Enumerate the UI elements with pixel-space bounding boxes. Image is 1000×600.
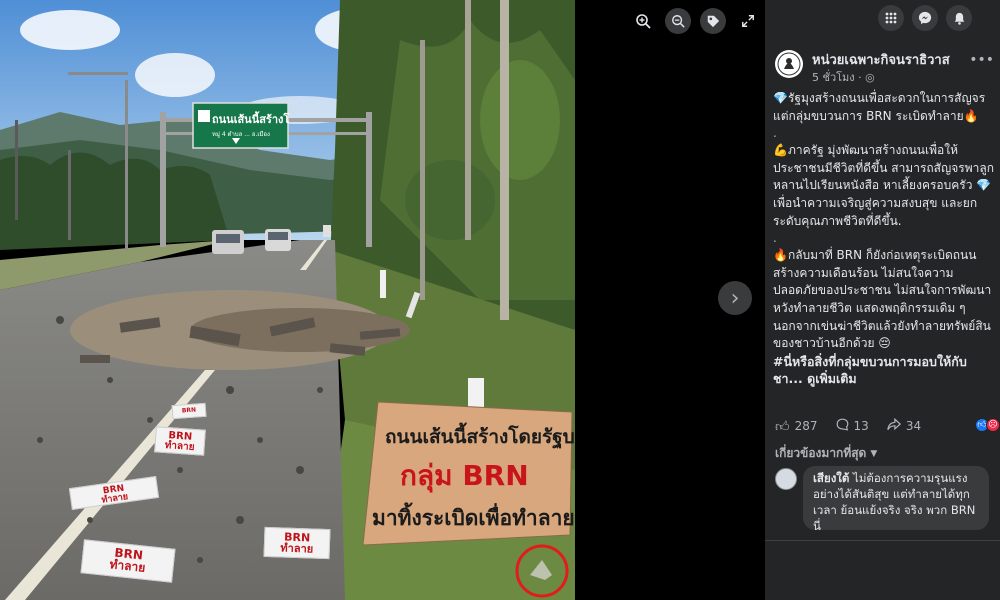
post-body: 💎รัฐมุงสร้างถนนเพื่อสะดวกในการสัญจร แต่ก… (773, 90, 995, 388)
page-name[interactable]: หน่วยเฉพาะกิจนราธิวาส (812, 49, 950, 70)
fullscreen-icon[interactable] (735, 8, 761, 34)
like-count: 287 (794, 419, 818, 433)
zoom-in-icon[interactable] (630, 8, 656, 34)
flyer: BRN ทำลาย (154, 426, 206, 456)
comment-sort-dropdown[interactable]: เกี่ยวข้องมากที่สุด ▼ (775, 444, 877, 463)
flyer: BRN ทำลาย (263, 526, 331, 560)
messenger-icon[interactable] (912, 5, 938, 31)
chevron-right-icon: › (730, 285, 740, 311)
comment-author[interactable]: เสียงใต้ (813, 471, 849, 485)
flyer: BRN (171, 402, 207, 420)
globe-icon: ◎ (865, 71, 875, 84)
post-separator: . (773, 231, 777, 246)
flyer-line2: ทำลาย (164, 439, 195, 454)
post-header: หน่วยเฉพาะกิจนราธิวาส 5 ชั่วโมง · ◎ ••• (775, 48, 994, 84)
flyer-line1: BRN (181, 406, 197, 415)
post-stats: 👍︎ 287 13 34 👍︎ ☹ (775, 416, 1000, 436)
post-hashtag-line: #นี่หรือสิ่งที่กลุ่มขบวนการมอบให้กับชา..… (773, 353, 995, 388)
post-panel: หน่วยเฉพาะกิจนราธิวาส 5 ชั่วโมง · ◎ ••• … (765, 0, 1000, 600)
share-icon (887, 417, 901, 435)
post-paragraph: 💎รัฐมุงสร้างถนนเพื่อสะดวกในการสัญจร แต่ก… (773, 91, 986, 123)
overhead-sign-title: ถนนเส้นนี้สร้างโ (212, 111, 289, 126)
post-photo[interactable]: ถนนเส้นนี้สร้างโ หมู่ 4 ตำบล ... อ.เมือง… (0, 0, 575, 600)
post-paragraph: 🔥กลับมาที่ BRN ก็ยังก่อเหตุระเบิดถนนสร้า… (773, 248, 992, 351)
viewer-toolbar (630, 8, 761, 34)
flyer-line2: ทำลาย (280, 541, 314, 556)
bell-icon[interactable] (946, 5, 972, 31)
top-bar (765, 0, 1000, 36)
commenter-avatar[interactable] (775, 468, 797, 490)
tag-icon[interactable] (700, 8, 726, 34)
comment-icon (836, 418, 849, 435)
grid-menu-icon[interactable] (878, 5, 904, 31)
comment-composer-area (765, 540, 1000, 600)
cardboard-sign-line1: ถนนเส้นนี้สร้างโดยรัฐบาล (385, 422, 575, 450)
share-stat[interactable]: 34 (887, 417, 922, 435)
post-time-text: 5 ชั่วโมง · (812, 71, 866, 84)
post-time[interactable]: 5 ชั่วโมง · ◎ (812, 68, 875, 86)
post-separator: . (773, 126, 777, 141)
comment-item: เสียงใต้ ไม่ต้องการความรุนแรง อย่างได้สั… (775, 466, 1000, 536)
angry-reaction-icon: ☹ (986, 418, 1000, 432)
see-more-link[interactable]: ดูเพิ่มเติม (807, 371, 857, 386)
like-icon: 👍︎ (775, 418, 790, 435)
comment-bubble: เสียงใต้ ไม่ต้องการความรุนแรง อย่างได้สั… (803, 466, 989, 530)
cardboard-sign-line3: มาทิ้งระเบิดเพื่อทำลาย (372, 502, 575, 530)
comment-sort-label: เกี่ยวข้องมากที่สุด (775, 446, 867, 460)
more-icon[interactable]: ••• (969, 52, 994, 68)
like-stat[interactable]: 👍︎ 287 (775, 418, 818, 435)
next-photo-button[interactable]: › (718, 281, 752, 315)
cardboard-sign-line2: กลุ่ม BRN (400, 459, 529, 493)
reaction-icons[interactable]: 👍︎ ☹ (975, 418, 1000, 432)
overhead-sign-subtitle: หมู่ 4 ตำบล ... อ.เมือง (212, 130, 270, 138)
comment-stat[interactable]: 13 (836, 418, 869, 435)
zoom-out-icon[interactable] (665, 8, 691, 34)
share-count: 34 (905, 419, 922, 433)
photo-viewer: ถนนเส้นนี้สร้างโ หมู่ 4 ตำบล ... อ.เมือง… (0, 0, 765, 600)
page-avatar[interactable] (775, 50, 803, 78)
chevron-down-icon: ▼ (870, 448, 878, 459)
comment-count: 13 (853, 419, 869, 433)
hashtag-link[interactable]: #นี่หรือสิ่งที่กลุ่มขบวนการมอบให้กับชา..… (773, 354, 967, 387)
post-paragraph: 💪ภาครัฐ มุ่งพัฒนาสร้างถนนเพื่อให้ประชาชน… (773, 143, 994, 228)
